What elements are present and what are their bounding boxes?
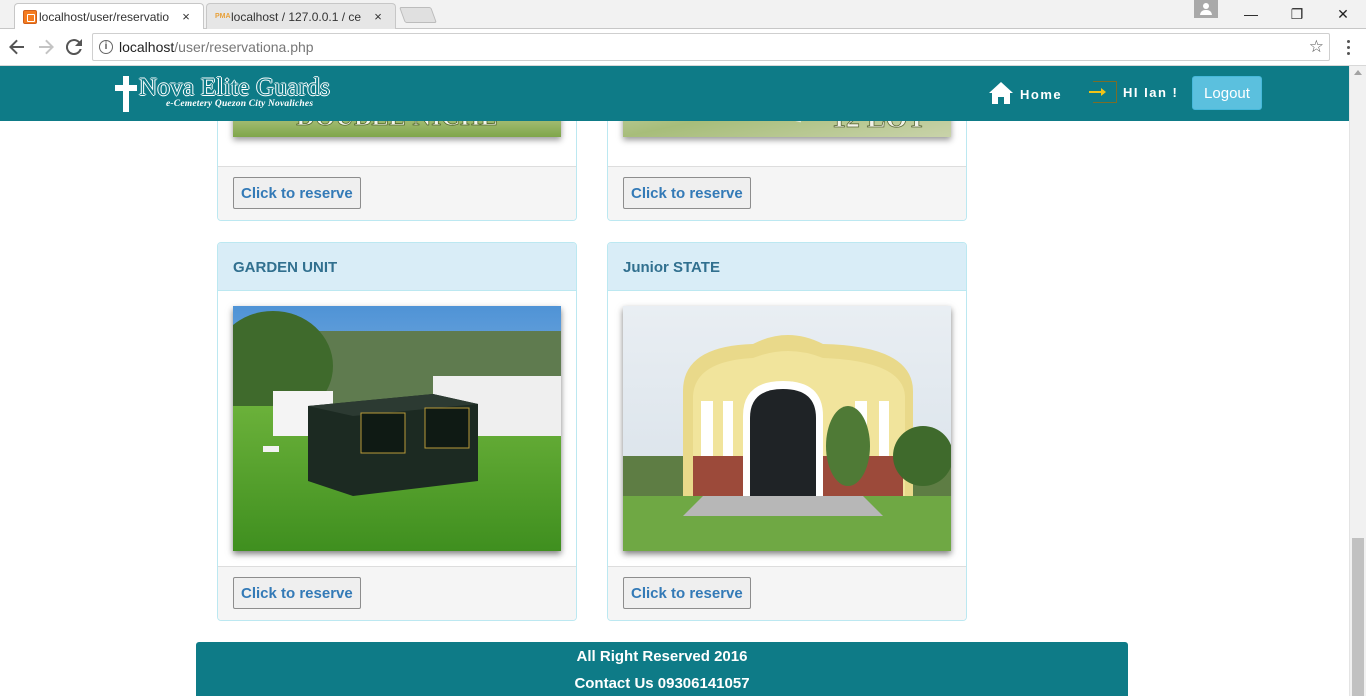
url-host: localhost bbox=[119, 39, 175, 55]
reload-icon[interactable] bbox=[63, 36, 85, 58]
login-arrow-icon bbox=[1089, 81, 1117, 103]
tab-close-icon[interactable]: × bbox=[371, 9, 385, 24]
site-footer: All Right Reserved 2016 Contact Us 09306… bbox=[196, 642, 1128, 696]
window-controls: — ❐ ✕ bbox=[1228, 0, 1366, 28]
xampp-favicon-icon bbox=[23, 10, 37, 24]
back-arrow-icon[interactable] bbox=[6, 36, 28, 58]
minimize-button[interactable]: — bbox=[1228, 0, 1274, 28]
brand-title: Nova Elite Guards bbox=[139, 74, 331, 101]
cross-icon bbox=[115, 76, 137, 112]
site-navbar: Nova Elite Guards e-Cemetery Quezon City… bbox=[0, 66, 1349, 121]
page-viewport: DOUBLE NICHE Click to reserve 12 LOT Cli… bbox=[0, 66, 1349, 696]
panel-footer: Click to reserve bbox=[608, 566, 966, 620]
close-window-button[interactable]: ✕ bbox=[1320, 0, 1366, 28]
garden-unit-image bbox=[233, 306, 561, 551]
panel-title: GARDEN UNIT bbox=[218, 243, 576, 291]
user-greeting-label: HI Ian ! bbox=[1123, 84, 1179, 100]
browser-toolbar: i localhost/user/reservationa.php ☆ bbox=[0, 29, 1366, 66]
reserve-button-garden-unit[interactable]: Click to reserve bbox=[233, 577, 361, 609]
footer-copyright: All Right Reserved 2016 bbox=[576, 648, 748, 665]
browser-tabstrip: localhost/user/reservatio × PMA localhos… bbox=[0, 0, 1366, 30]
browser-tab-inactive[interactable]: PMA localhost / 127.0.0.1 / ce × bbox=[206, 3, 396, 30]
home-icon bbox=[988, 81, 1014, 108]
new-tab-button[interactable] bbox=[399, 7, 437, 23]
panel-title: Junior STATE bbox=[608, 243, 966, 291]
reserve-button-junior-state[interactable]: Click to reserve bbox=[623, 577, 751, 609]
logout-button[interactable]: Logout bbox=[1192, 76, 1262, 110]
nav-home-label: Home bbox=[1020, 87, 1063, 102]
nav-user-greeting[interactable]: HI Ian ! bbox=[1089, 81, 1179, 103]
panel-footer: Click to reserve bbox=[218, 166, 576, 220]
tab-title: localhost / 127.0.0.1 / ce bbox=[231, 10, 362, 24]
panel-body bbox=[608, 291, 966, 567]
panel-body bbox=[218, 291, 576, 567]
panel-footer: Click to reserve bbox=[218, 566, 576, 620]
reserve-button-double-niche[interactable]: Click to reserve bbox=[233, 177, 361, 209]
info-icon[interactable]: i bbox=[99, 40, 113, 54]
browser-tab-active[interactable]: localhost/user/reservatio × bbox=[14, 3, 204, 30]
footer-contact: Contact Us 09306141057 bbox=[574, 675, 750, 692]
panel-garden-unit: GARDEN UNIT Click to reserve bbox=[217, 242, 577, 621]
url-path: /user/reservationa.php bbox=[174, 39, 314, 55]
browser-menu-icon[interactable] bbox=[1337, 36, 1359, 58]
tab-title: localhost/user/reservatio bbox=[39, 10, 170, 24]
address-bar[interactable]: i localhost/user/reservationa.php ☆ bbox=[92, 33, 1330, 61]
scroll-up-arrow-icon[interactable] bbox=[1354, 70, 1362, 75]
reserve-button-12-lot[interactable]: Click to reserve bbox=[623, 177, 751, 209]
nav-home-link[interactable]: Home bbox=[988, 81, 1062, 108]
junior-state-image bbox=[623, 306, 951, 551]
brand-subtitle: e-Cemetery Quezon City Novaliches bbox=[166, 99, 314, 109]
bookmark-star-icon[interactable]: ☆ bbox=[1309, 37, 1324, 57]
panel-footer: Click to reserve bbox=[608, 166, 966, 220]
tab-close-icon[interactable]: × bbox=[179, 9, 193, 24]
page-scrollbar[interactable] bbox=[1349, 66, 1366, 696]
panel-junior-state: Junior STATE Click to reserve bbox=[607, 242, 967, 621]
forward-arrow-icon[interactable] bbox=[35, 36, 57, 58]
profile-icon[interactable] bbox=[1194, 0, 1218, 18]
phpmyadmin-favicon-icon: PMA bbox=[215, 13, 231, 20]
restore-button[interactable]: ❐ bbox=[1274, 0, 1320, 28]
scroll-thumb[interactable] bbox=[1352, 538, 1364, 696]
